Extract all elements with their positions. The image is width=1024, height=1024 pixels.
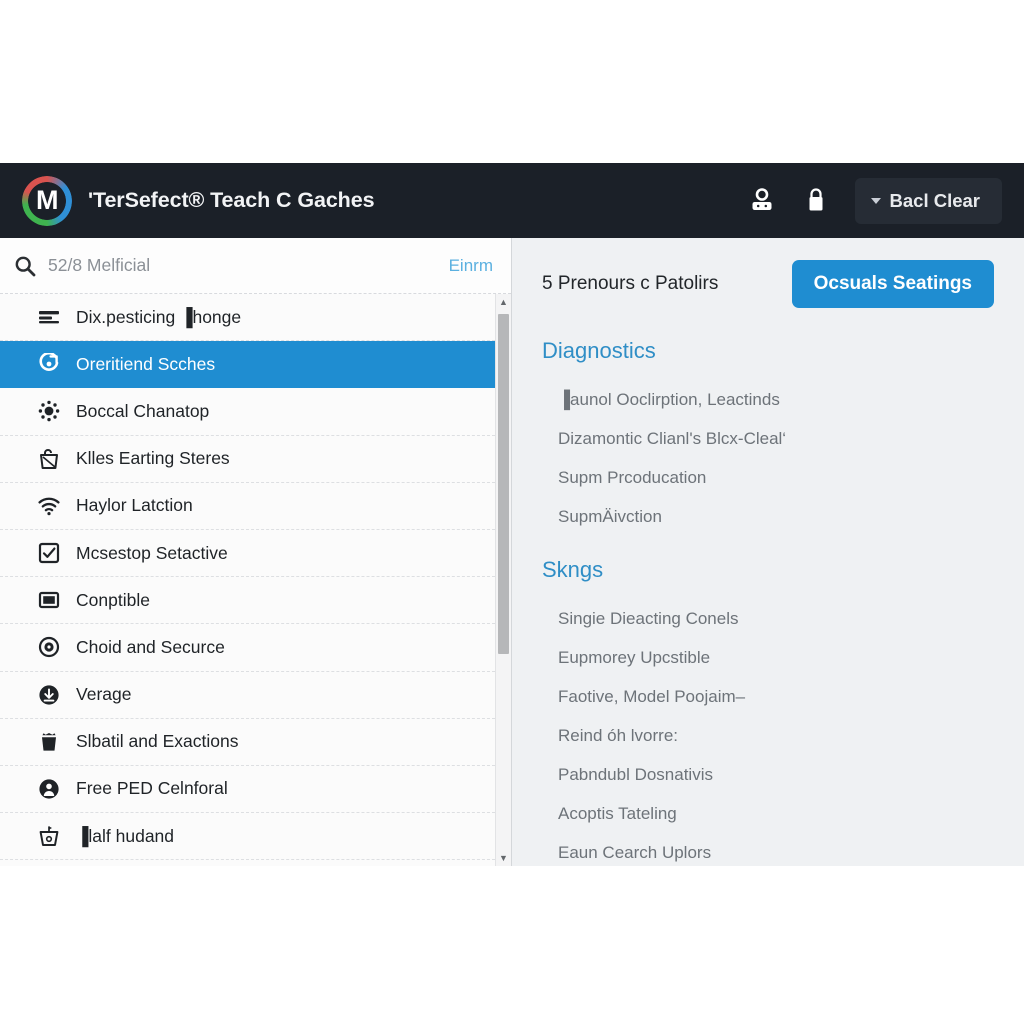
sidebar-panel: Einrm Dix.pesticing ▐honge Oreritiend Scc… <box>0 238 512 866</box>
scrollbar-thumb[interactable] <box>498 314 509 654</box>
sidebar-item[interactable]: Haylor Latction <box>0 483 495 530</box>
scroll-down-arrow-icon[interactable]: ▼ <box>496 850 511 866</box>
details-item[interactable]: ▐aunol Ooclirption, Leactinds <box>542 380 994 419</box>
body: Einrm Dix.pesticing ▐honge Oreritiend Scc… <box>0 238 1024 866</box>
app-logo: M <box>22 175 72 226</box>
details-item[interactable]: Supm Prcoducation <box>542 458 994 497</box>
trash-icon <box>38 731 60 753</box>
sidebar-item-label: Conptible <box>76 589 150 610</box>
bag-icon <box>38 448 60 470</box>
sidebar-item[interactable]: Slbatil and Exactions <box>0 719 495 766</box>
details-item[interactable]: Eaun Cearch Uplors <box>542 833 994 866</box>
search-icon <box>14 255 36 277</box>
page-title: 'TerSefect® Teach C Gaches <box>88 188 375 212</box>
lock-icon[interactable] <box>801 185 831 217</box>
search-bar: Einrm <box>0 238 511 294</box>
details-item[interactable]: Faotive, Model Poojaim– <box>542 677 994 716</box>
sidebar-item-label: Klles Earting Steres <box>76 448 230 469</box>
scroll-up-arrow-icon[interactable]: ▲ <box>496 294 511 310</box>
chevron-down-icon <box>870 197 881 204</box>
app-window: M 'TerSefect® Teach C Gaches Bacl Clear … <box>0 163 1024 866</box>
header-actions: Bacl Clear <box>747 177 1002 224</box>
details-item[interactable]: SupmÄivction <box>542 497 994 536</box>
sidebar-item-label: Choid and Securce <box>76 636 225 657</box>
sidebar-scrollbar[interactable]: ▲ ▼ <box>495 294 511 866</box>
sidebar-item[interactable]: Mcsestop Setactive <box>0 530 495 578</box>
sidebar-list-scroll: Dix.pesticing ▐honge Oreritiend Scches Boc… <box>0 294 511 866</box>
details-item[interactable]: Acoptis Tateling <box>542 794 994 833</box>
sidebar-item[interactable]: Conptible <box>0 577 495 625</box>
search-input[interactable] <box>48 255 437 276</box>
sidebar-item-label: Verage <box>76 684 132 705</box>
app-header: M 'TerSefect® Teach C Gaches Bacl Clear <box>0 163 1024 238</box>
clear-dropdown-button[interactable]: Bacl Clear <box>854 177 1002 224</box>
sidebar-item[interactable]: Oreritiend Scches <box>0 341 495 389</box>
details-header: 5 Prenours c Patolirs Ocsuals Seatings <box>542 260 994 308</box>
sidebar-item-label: Dix.pesticing ▐honge <box>76 306 242 327</box>
clear-dropdown-label: Bacl Clear <box>889 189 981 211</box>
details-section-heading: Diagnostics <box>542 338 656 363</box>
sidebar-item[interactable]: Klles Earting Steres <box>0 436 495 483</box>
image-frame-icon <box>38 589 60 611</box>
sidebar-item[interactable]: Choid and Securce <box>0 624 495 672</box>
details-item[interactable]: Reind óh lvorre: <box>542 716 994 755</box>
sidebar-item[interactable]: Boccal Chanatop <box>0 388 495 436</box>
details-item[interactable]: Dizamontic Clianl's Blcx-Cleal‘ <box>542 419 994 458</box>
details-title: 5 Prenours c Patolirs <box>542 273 719 294</box>
sidebar-list: Dix.pesticing ▐honge Oreritiend Scches Boc… <box>0 294 495 866</box>
download-icon <box>38 684 60 706</box>
sidebar-item[interactable]: Free PED Celnforal <box>0 766 495 814</box>
sidebar-item-label: Boccal Chanatop <box>76 400 210 421</box>
sidebar-item-label: ▐lalf hudand <box>76 825 175 846</box>
sidebar-item[interactable]: Dix.pesticing ▐honge <box>0 294 495 342</box>
sidebar-item[interactable]: ▐lalf hudand <box>0 813 495 861</box>
details-panel: 5 Prenours c Patolirs Ocsuals Seatings D… <box>512 238 1024 866</box>
search-action-link[interactable]: Einrm <box>449 256 493 276</box>
sidebar-item-label: Mcsestop Setactive <box>76 542 228 563</box>
gear-dotted-icon <box>38 400 60 422</box>
basket-icon <box>38 825 60 847</box>
checkbox-icon <box>38 542 60 564</box>
sidebar-item-label: Slbatil and Exactions <box>76 731 239 752</box>
details-section: Skngs Singie Dieacting Conels Eupmorey Upc… <box>542 557 994 866</box>
details-section: Diagnostics ▐aunol Ooclirption, Leactinds… <box>542 338 994 536</box>
stack-lines-icon <box>38 306 60 328</box>
user-badge-icon <box>38 778 60 800</box>
wifi-icon <box>38 495 60 517</box>
sidebar-item-label: Haylor Latction <box>76 495 193 516</box>
record-dot-icon <box>38 636 60 658</box>
settings-button[interactable]: Ocsuals Seatings <box>791 260 994 308</box>
details-sections: Diagnostics ▐aunol Ooclirption, Leactinds… <box>542 338 994 866</box>
scrollbar-track[interactable] <box>496 310 511 850</box>
sidebar-item-label: Free PED Celnforal <box>76 778 228 799</box>
user-profile-icon[interactable] <box>747 185 777 217</box>
brand: M 'TerSefect® Teach C Gaches <box>22 175 375 226</box>
details-item[interactable]: Eupmorey Upcstible <box>542 638 994 677</box>
target-arrow-icon <box>38 353 60 375</box>
sidebar-item[interactable]: Verage <box>0 672 495 719</box>
details-section-heading: Skngs <box>542 557 604 582</box>
details-item[interactable]: Pabndubl Dosnativis <box>542 755 994 794</box>
logo-letter: M <box>36 185 59 215</box>
sidebar-item-label: Oreritiend Scches <box>76 353 216 374</box>
details-item[interactable]: Singie Dieacting Conels <box>542 599 994 638</box>
